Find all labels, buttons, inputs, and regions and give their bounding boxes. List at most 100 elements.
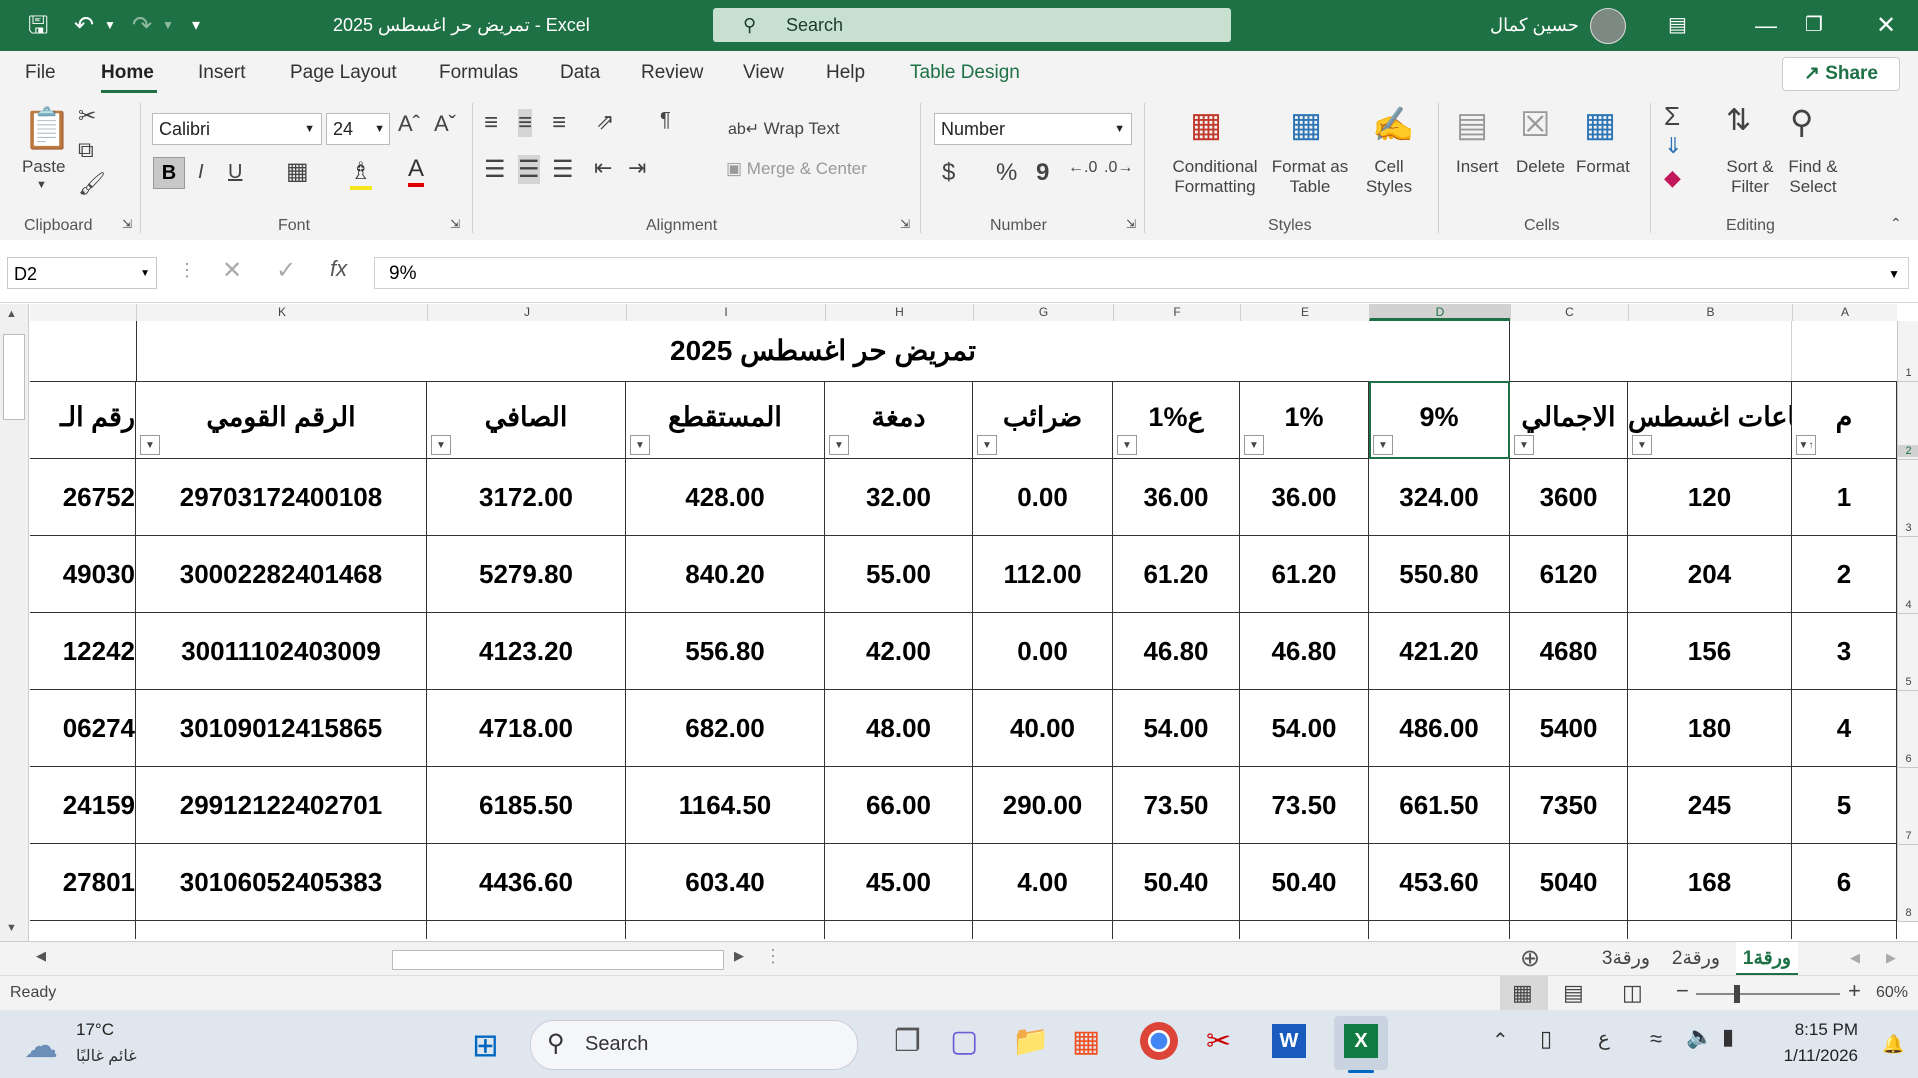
- table-cell[interactable]: [626, 921, 825, 939]
- table-cell[interactable]: 30011102403009: [136, 613, 427, 690]
- decrease-decimal-icon[interactable]: .0→: [1104, 159, 1133, 177]
- table-cell[interactable]: 73.50: [1240, 767, 1369, 844]
- table-cell[interactable]: [1240, 921, 1369, 939]
- table-cell[interactable]: 54.00: [1240, 690, 1369, 767]
- orientation-icon[interactable]: ⇗: [596, 109, 614, 135]
- filter-dropdown-icon[interactable]: ▼: [1244, 435, 1264, 455]
- undo-dropdown-icon[interactable]: ▼: [104, 0, 116, 51]
- usb-icon[interactable]: ▯: [1540, 1026, 1552, 1052]
- table-cell[interactable]: 168: [1628, 844, 1792, 921]
- undo-icon[interactable]: ↶: [74, 0, 94, 51]
- filter-dropdown-icon[interactable]: ▼: [977, 435, 997, 455]
- increase-decimal-icon[interactable]: ←.0: [1068, 159, 1097, 177]
- paste-label[interactable]: Paste: [22, 157, 65, 177]
- volume-icon[interactable]: 🔈: [1686, 1024, 1713, 1050]
- table-cell[interactable]: 29703172400108: [136, 459, 427, 536]
- scroll-up-icon[interactable]: ▲: [6, 308, 17, 320]
- table-cell[interactable]: 30109012415865: [136, 690, 427, 767]
- borders-icon[interactable]: ▦: [286, 157, 309, 186]
- column-header-F[interactable]: F: [1113, 304, 1240, 321]
- table-cell[interactable]: 112.00: [973, 536, 1113, 613]
- empty-cell[interactable]: [30, 321, 136, 381]
- tray-chevron-icon[interactable]: ⌃: [1492, 1028, 1509, 1053]
- minimize-icon[interactable]: —: [1755, 0, 1777, 51]
- format-cells-icon[interactable]: ▦: [1584, 105, 1616, 145]
- table-cell[interactable]: 4123.20: [427, 613, 626, 690]
- column-title-5[interactable]: 1%ع ▼: [1113, 381, 1240, 459]
- table-cell[interactable]: [1628, 921, 1792, 939]
- wifi-icon[interactable]: ≈: [1650, 1026, 1662, 1052]
- currency-button[interactable]: $: [942, 159, 955, 187]
- column-header-B[interactable]: B: [1628, 304, 1792, 321]
- new-sheet-icon[interactable]: ⊕: [1520, 944, 1540, 973]
- table-cell[interactable]: 7350: [1510, 767, 1628, 844]
- table-cell[interactable]: 245: [1628, 767, 1792, 844]
- sort-filter-button[interactable]: Sort & Filter: [1720, 157, 1780, 197]
- column-title-11[interactable]: رقم الـ: [30, 381, 136, 459]
- tab-view[interactable]: View: [743, 51, 784, 95]
- row-header-7[interactable]: 7: [1898, 830, 1918, 842]
- table-cell[interactable]: 5400: [1510, 690, 1628, 767]
- table-cell[interactable]: 3172.00: [427, 459, 626, 536]
- underline-button[interactable]: U: [228, 161, 242, 184]
- sheet-tab-1[interactable]: ورقة1: [1736, 942, 1798, 976]
- row-header-2[interactable]: 2: [1898, 445, 1918, 457]
- table-cell[interactable]: 12242: [30, 613, 136, 690]
- filter-dropdown-icon[interactable]: ▼: [829, 435, 849, 455]
- table-cell[interactable]: 4436.60: [427, 844, 626, 921]
- fill-icon[interactable]: ⇓: [1664, 133, 1682, 159]
- increase-font-icon[interactable]: Aˆ: [398, 111, 420, 137]
- font-size-select[interactable]: 24 ▼: [326, 113, 390, 145]
- page-break-view-icon[interactable]: ◫: [1622, 980, 1643, 1006]
- table-cell[interactable]: 6: [1792, 844, 1897, 921]
- format-as-table-button[interactable]: Format as Table: [1268, 157, 1352, 197]
- find-select-button[interactable]: Find & Select: [1780, 157, 1846, 197]
- table-cell[interactable]: [1510, 921, 1628, 939]
- table-cell[interactable]: 48.00: [825, 690, 973, 767]
- column-title-7[interactable]: دمغة ▼: [825, 381, 973, 459]
- battery-icon[interactable]: ▮: [1722, 1024, 1734, 1050]
- zoom-out-icon[interactable]: −: [1676, 978, 1689, 1004]
- column-header-C[interactable]: C: [1510, 304, 1628, 321]
- zoom-slider-thumb[interactable]: [1734, 985, 1740, 1003]
- horizontal-scroll-thumb[interactable]: [392, 950, 724, 970]
- vertical-scrollbar[interactable]: ▲ ▼: [0, 304, 29, 941]
- column-title-4[interactable]: 1% ▼: [1240, 381, 1369, 459]
- merge-center-button[interactable]: ▣ Merge & Center: [726, 159, 867, 179]
- enter-icon[interactable]: ✓: [276, 256, 296, 285]
- zoom-slider-track[interactable]: [1696, 993, 1840, 995]
- column-header-G[interactable]: G: [973, 304, 1113, 321]
- number-launcher-icon[interactable]: ⇲: [1126, 217, 1136, 231]
- column-title-1[interactable]: ساعات اغسطس ▼: [1628, 381, 1792, 459]
- table-cell[interactable]: 156: [1628, 613, 1792, 690]
- table-cell[interactable]: 06274: [30, 690, 136, 767]
- tab-data[interactable]: Data: [560, 51, 600, 95]
- table-cell[interactable]: 50.40: [1240, 844, 1369, 921]
- column-header-H[interactable]: H: [825, 304, 973, 321]
- cancel-icon[interactable]: ✕: [222, 256, 242, 285]
- font-name-select[interactable]: Calibri ▼: [152, 113, 322, 145]
- table-cell[interactable]: 2: [1792, 536, 1897, 613]
- paste-icon[interactable]: 📋: [22, 105, 72, 152]
- table-cell[interactable]: 0.00: [973, 613, 1113, 690]
- close-icon[interactable]: ✕: [1876, 0, 1896, 51]
- column-title-0[interactable]: م ▼↑: [1792, 381, 1897, 459]
- filter-dropdown-icon[interactable]: ▼: [1117, 435, 1137, 455]
- tab-table-design[interactable]: Table Design: [910, 51, 1020, 95]
- column-title-8[interactable]: المستقطع ▼: [626, 381, 825, 459]
- customize-toolbar-icon[interactable]: ▾: [192, 0, 200, 51]
- sheet-title[interactable]: تمريض حر اغسطس 2025: [136, 321, 1510, 381]
- tab-insert[interactable]: Insert: [198, 51, 246, 95]
- table-cell[interactable]: [973, 921, 1113, 939]
- meet-icon[interactable]: ▢: [950, 1024, 978, 1059]
- table-cell[interactable]: 3: [1792, 613, 1897, 690]
- alignment-launcher-icon[interactable]: ⇲: [900, 217, 910, 231]
- table-cell[interactable]: 4718.00: [427, 690, 626, 767]
- clipboard-launcher-icon[interactable]: ⇲: [122, 217, 132, 231]
- table-cell[interactable]: 1164.50: [626, 767, 825, 844]
- table-cell[interactable]: [1369, 921, 1510, 939]
- sort-filter-icon[interactable]: ⇅: [1726, 103, 1751, 138]
- table-cell[interactable]: [427, 921, 626, 939]
- table-cell[interactable]: 54.00: [1113, 690, 1240, 767]
- number-format-select[interactable]: Number ▼: [934, 113, 1132, 145]
